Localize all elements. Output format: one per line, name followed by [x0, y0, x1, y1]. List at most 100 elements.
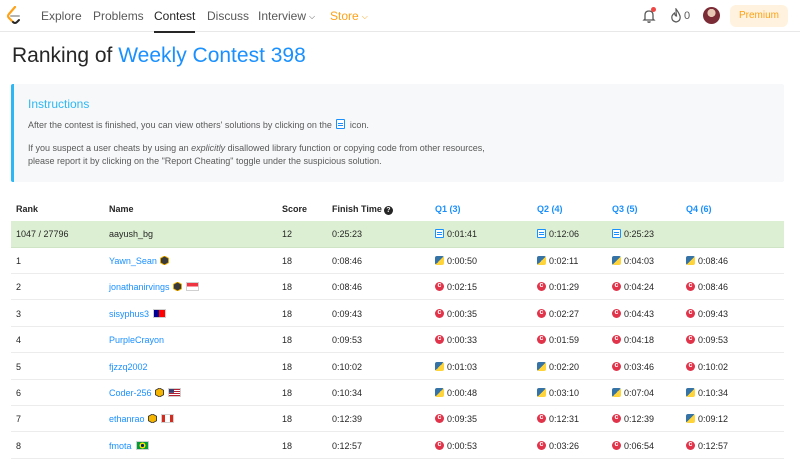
- q3-cell[interactable]: 0:04:03: [612, 248, 654, 274]
- q1-cell[interactable]: 0:01:03: [435, 354, 477, 380]
- python-icon: [537, 388, 546, 397]
- username: aayush_bg: [109, 229, 154, 239]
- q2-cell[interactable]: 0:12:06: [537, 221, 579, 247]
- instructions-text: After the contest is finished, you can v…: [28, 120, 332, 130]
- finish-time-cell: 0:25:23: [332, 229, 363, 239]
- contest-badge-icon: [154, 388, 164, 397]
- q4-cell[interactable]: 0:12:57: [686, 433, 728, 459]
- q4-cell[interactable]: 0:08:46: [686, 248, 728, 274]
- user-avatar[interactable]: [703, 7, 720, 24]
- q3-cell[interactable]: 0:04:43: [612, 301, 654, 327]
- q4-cell[interactable]: 0:09:12: [686, 406, 728, 432]
- instructions-line-1: After the contest is finished, you can v…: [28, 119, 369, 132]
- nav-store[interactable]: Store ⌵: [330, 0, 368, 32]
- cpp-icon: [612, 440, 621, 450]
- q4-cell[interactable]: 0:09:53: [686, 327, 728, 353]
- cpp-icon: [612, 413, 621, 424]
- q2-time: 0:02:11: [549, 256, 579, 266]
- username-cell: fjzzq2002: [109, 354, 148, 380]
- header-q1[interactable]: Q1 (3): [435, 204, 461, 214]
- nav-explore[interactable]: Explore: [41, 0, 82, 32]
- username-link[interactable]: fmota: [109, 441, 132, 451]
- q2-cell[interactable]: 0:12:31: [537, 406, 579, 432]
- premium-button[interactable]: Premium: [730, 5, 788, 27]
- q2-time: 0:02:27: [549, 308, 580, 319]
- q1-time: 0:01:41: [447, 229, 478, 239]
- q2-cell[interactable]: 0:02:11: [537, 248, 578, 274]
- q3-time: 0:04:18: [624, 335, 655, 346]
- nav-problems[interactable]: Problems: [93, 0, 144, 32]
- q3-time: 0:04:03: [624, 256, 655, 266]
- python-icon: [686, 388, 695, 397]
- q2-cell[interactable]: 0:01:29: [537, 274, 579, 300]
- ranking-row: 5 fjzzq2002 18 0:10:02 0:01:03 0:02:20 0:03:46…: [11, 353, 784, 380]
- streak-fire-icon[interactable]: [670, 8, 682, 23]
- score-cell: 18: [282, 335, 293, 346]
- q2-cell[interactable]: 0:02:20: [537, 354, 579, 380]
- username-link[interactable]: sisyphus3: [109, 309, 149, 319]
- nav-discuss[interactable]: Discuss: [207, 0, 249, 32]
- q3-cell[interactable]: 0:07:04: [612, 380, 654, 406]
- cpp-icon: [686, 308, 695, 318]
- q2-cell[interactable]: 0:03:10: [537, 380, 579, 406]
- q1-cell[interactable]: 0:02:15: [435, 274, 477, 300]
- header-finish-time-label: Finish Time: [332, 204, 382, 214]
- solution-doc-icon: [612, 229, 621, 238]
- contest-title-link[interactable]: Weekly Contest 398: [118, 44, 306, 67]
- username-link[interactable]: fjzzq2002: [109, 362, 148, 372]
- cpp-icon: [612, 361, 621, 371]
- username-link[interactable]: Yawn_Sean: [109, 256, 157, 266]
- rank-cell: 1047 / 27796: [16, 229, 69, 239]
- q3-cell[interactable]: 0:12:39: [612, 406, 654, 432]
- contest-badge-icon: [172, 282, 182, 292]
- q1-cell[interactable]: 0:09:35: [435, 406, 477, 432]
- q1-cell[interactable]: 0:00:33: [435, 327, 477, 353]
- username-link[interactable]: jonathanirvings: [109, 282, 170, 292]
- q3-cell[interactable]: 0:04:24: [612, 274, 654, 300]
- username-link[interactable]: ethanrao: [109, 414, 145, 424]
- leetcode-logo-icon[interactable]: [6, 6, 22, 26]
- finish-cell: 0:08:46: [332, 282, 363, 293]
- q4-cell[interactable]: 0:08:46: [686, 274, 728, 300]
- q2-cell[interactable]: 0:02:27: [537, 301, 579, 327]
- page-title: Ranking of Weekly Contest 398: [12, 44, 306, 68]
- instructions-text: disallowed library function or copying c…: [227, 143, 485, 153]
- rank-cell: 1: [16, 256, 22, 266]
- q3-cell[interactable]: 0:04:18: [612, 327, 654, 353]
- instructions-text: icon.: [349, 120, 369, 130]
- q4-cell[interactable]: 0:09:43: [686, 301, 728, 327]
- q1-cell[interactable]: 0:00:35: [435, 301, 477, 327]
- python-icon: [686, 414, 695, 424]
- username-link[interactable]: PurpleCrayon: [109, 335, 164, 345]
- q2-cell[interactable]: 0:03:26: [537, 433, 579, 459]
- python-icon: [435, 361, 444, 371]
- q1-time: 0:01:03: [447, 361, 478, 372]
- header-q3[interactable]: Q3 (5): [612, 204, 638, 214]
- username-link[interactable]: Coder-256: [109, 388, 152, 398]
- help-icon[interactable]: ?: [383, 206, 393, 215]
- q1-cell[interactable]: 0:00:53: [435, 433, 477, 459]
- q4-time: 0:12:57: [698, 440, 729, 451]
- q3-time: 0:04:24: [624, 282, 655, 293]
- score-cell: 12: [282, 229, 293, 239]
- header-q2[interactable]: Q2 (4): [537, 204, 563, 214]
- q4-cell[interactable]: 0:10:02: [686, 354, 728, 380]
- nav-contest[interactable]: Contest: [154, 0, 196, 33]
- q1-cell[interactable]: 0:00:50: [435, 248, 477, 274]
- header-q4[interactable]: Q4 (6): [686, 204, 712, 214]
- finish-cell: 0:12:39: [332, 414, 363, 425]
- finish-cell: 0:10:02: [332, 361, 363, 372]
- q3-cell[interactable]: 0:03:46: [612, 354, 654, 380]
- q1-cell[interactable]: 0:01:41: [435, 221, 477, 247]
- q3-time: 0:07:04: [624, 388, 655, 398]
- rank-cell: 5: [16, 361, 22, 372]
- python-icon: [612, 256, 621, 265]
- notification-dot: [651, 7, 656, 12]
- cpp-icon: [686, 334, 695, 345]
- q3-cell[interactable]: 0:06:54: [612, 433, 654, 459]
- nav-interview[interactable]: Interview ⌵: [258, 0, 315, 32]
- q2-cell[interactable]: 0:01:59: [537, 327, 579, 353]
- q1-cell[interactable]: 0:00:48: [435, 380, 477, 406]
- q3-cell[interactable]: 0:25:23: [612, 221, 654, 247]
- q4-cell[interactable]: 0:10:34: [686, 380, 728, 406]
